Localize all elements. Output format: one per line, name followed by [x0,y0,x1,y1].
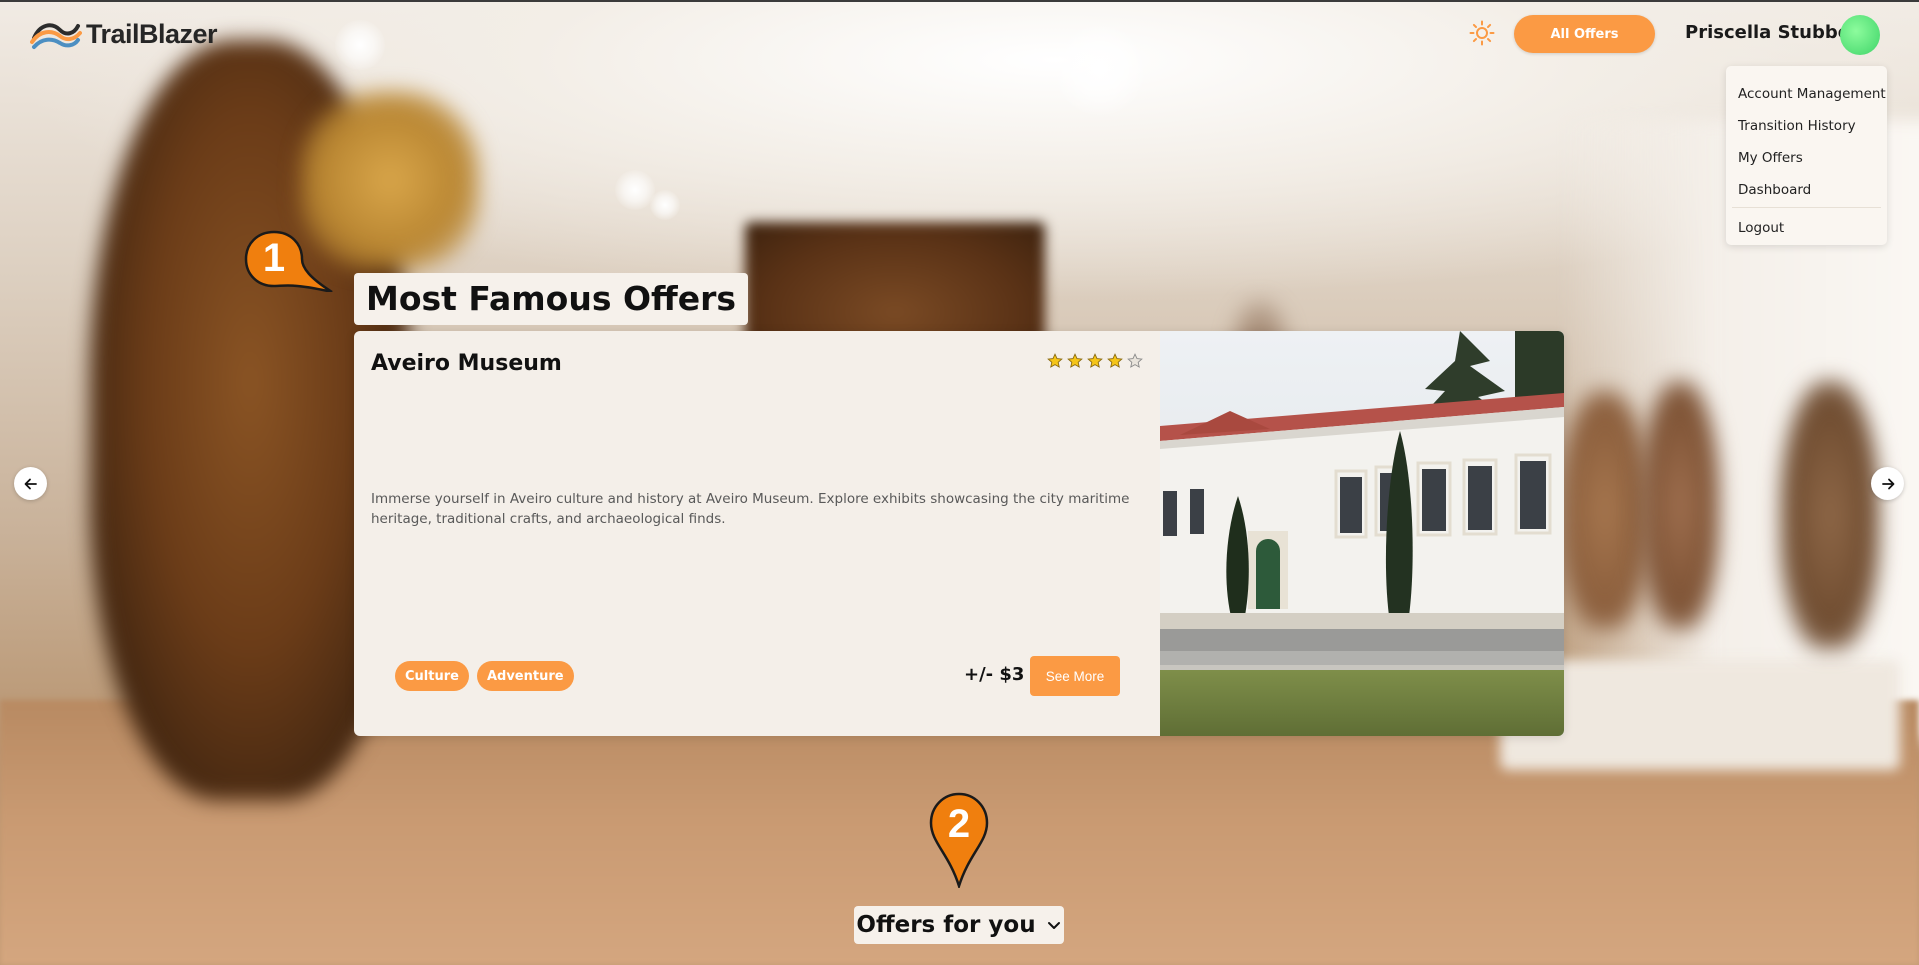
offer-card[interactable]: Aveiro Museum Immerse yourself in Aveiro… [354,331,1564,736]
carousel-next-button[interactable] [1871,467,1904,500]
trailblazer-logo[interactable]: TrailBlazer [30,16,218,52]
marker-number: 2 [947,802,971,846]
offer-photo [1160,331,1564,736]
offer-price: +/- $3 [964,664,1025,685]
user-dropdown-menu: Account Management Transition History My… [1726,66,1887,245]
offer-title: Aveiro Museum [371,351,562,376]
offer-description: Immerse yourself in Aveiro culture and h… [371,491,1130,527]
menu-item-dashboard[interactable]: Dashboard [1726,174,1887,206]
tag-adventure[interactable]: Adventure [476,661,574,691]
theme-toggle-button[interactable] [1467,18,1497,48]
carousel-prev-button[interactable] [14,467,47,500]
rating-stars [1047,353,1143,369]
star-filled-icon [1047,353,1063,368]
top-border [0,0,1919,2]
avatar[interactable] [1840,15,1880,55]
offers-for-you-dropdown[interactable]: Offers for you [854,906,1064,944]
star-filled-icon [1087,353,1103,368]
arrow-right-icon [1881,478,1894,489]
menu-divider [1732,207,1881,208]
star-filled-icon [1067,353,1083,368]
see-more-button[interactable]: See More [1030,656,1120,696]
logo-waves-icon [30,23,82,49]
star-filled-icon [1107,353,1123,368]
tour-marker-2: 2 [929,792,989,891]
all-offers-button[interactable]: All Offers [1514,15,1655,53]
menu-item-transition-history[interactable]: Transition History [1726,110,1887,142]
logo-text: TrailBlazer [86,18,218,49]
tour-marker-1: 1 [244,230,334,294]
menu-item-account-management[interactable]: Account Management [1726,78,1887,110]
menu-item-my-offers[interactable]: My Offers [1726,142,1887,174]
arrow-left-icon [24,478,37,489]
sun-icon [1469,20,1495,46]
star-empty-icon [1127,353,1143,368]
offer-tags: Culture Adventure [395,661,574,691]
section-title-most-famous: Most Famous Offers [354,273,749,325]
offers-for-you-label: Offers for you [856,912,1036,938]
marker-number: 1 [262,236,286,280]
tag-culture[interactable]: Culture [395,661,469,691]
menu-item-logout[interactable]: Logout [1726,212,1887,244]
chevron-down-icon [1047,922,1060,929]
